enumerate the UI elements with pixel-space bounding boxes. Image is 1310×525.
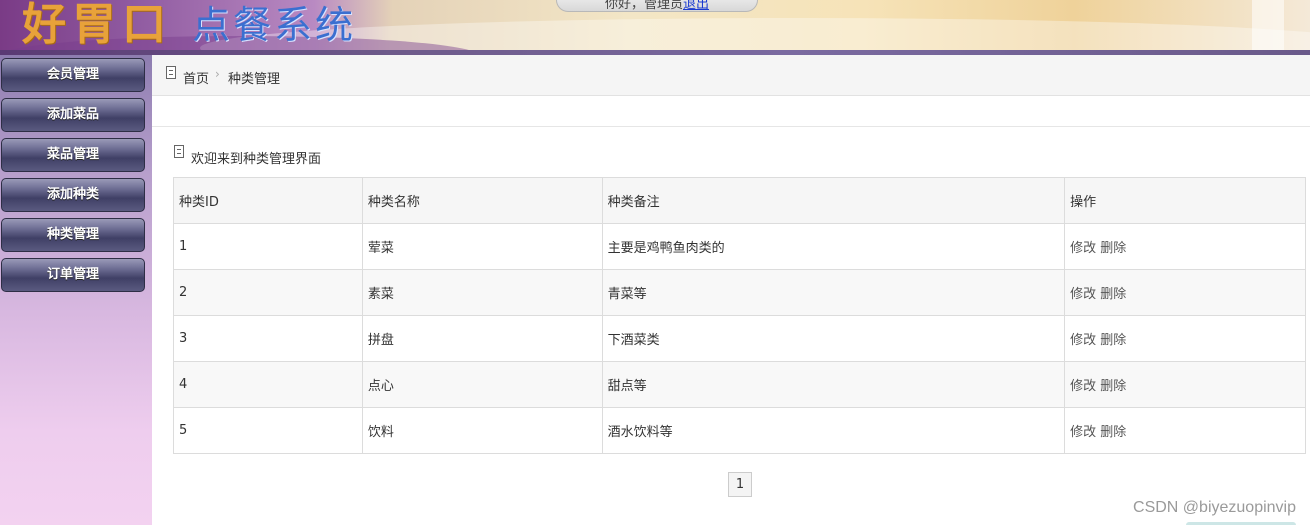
document-icon xyxy=(174,145,184,158)
cell-note: 下酒菜类 xyxy=(601,315,1066,362)
cell-note: 青菜等 xyxy=(601,269,1066,316)
delete-link[interactable]: 删除 xyxy=(1100,241,1126,256)
cell-note: 酒水饮料等 xyxy=(601,407,1066,454)
column-header-actions: 操作 xyxy=(1064,177,1306,224)
welcome-text: 欢迎来到种类管理界面 xyxy=(191,152,322,167)
logo-title: 好胃口 xyxy=(22,0,172,50)
table-row: 5 饮料 酒水饮料等 修改 删除 xyxy=(173,407,1306,454)
sidebar-item-dish-management[interactable]: 菜品管理 xyxy=(1,138,145,172)
cell-id: 4 xyxy=(173,361,363,408)
edit-link[interactable]: 修改 xyxy=(1070,425,1096,440)
edit-link[interactable]: 修改 xyxy=(1070,287,1096,302)
breadcrumb-current: 种类管理 xyxy=(228,72,281,87)
cell-note: 甜点等 xyxy=(601,361,1066,408)
watermark: CSDN @biyezuopinvip xyxy=(1133,499,1296,516)
column-header-id: 种类ID xyxy=(173,177,363,224)
column-header-note: 种类备注 xyxy=(601,177,1066,224)
breadcrumb: 首页 › 种类管理 xyxy=(152,55,1310,96)
edit-link[interactable]: 修改 xyxy=(1070,379,1096,394)
breadcrumb-home[interactable]: 首页 xyxy=(183,68,209,87)
user-greeting: 你好，管理员退出 xyxy=(556,0,758,12)
delete-link[interactable]: 删除 xyxy=(1100,379,1126,394)
column-header-name: 种类名称 xyxy=(361,177,603,224)
document-icon xyxy=(166,66,176,79)
delete-link[interactable]: 删除 xyxy=(1100,333,1126,348)
sidebar-item-order-management[interactable]: 订单管理 xyxy=(1,258,145,292)
category-table: 种类ID 种类名称 种类备注 操作 1 荤菜 主要是鸡鸭鱼肉类的 修改 删除 2 … xyxy=(173,177,1306,454)
cell-actions: 修改 删除 xyxy=(1064,361,1306,408)
cell-id: 2 xyxy=(173,269,363,316)
greeting-text: 你好，管理员 xyxy=(604,0,683,12)
pagination-page-button[interactable]: 1 xyxy=(728,472,752,497)
table-row: 3 拼盘 下酒菜类 修改 删除 xyxy=(173,315,1306,362)
divider xyxy=(152,126,1310,127)
sidebar-item-member-management[interactable]: 会员管理 xyxy=(1,58,145,92)
logo-subtitle: 点餐系统 xyxy=(192,3,357,47)
cell-id: 1 xyxy=(173,223,363,270)
banner-decoration xyxy=(1252,0,1284,52)
cell-actions: 修改 删除 xyxy=(1064,407,1306,454)
cell-actions: 修改 删除 xyxy=(1064,315,1306,362)
cell-actions: 修改 删除 xyxy=(1064,269,1306,316)
table-row: 4 点心 甜点等 修改 删除 xyxy=(173,361,1306,408)
sidebar-item-add-category[interactable]: 添加种类 xyxy=(1,178,145,212)
sidebar-item-category-management[interactable]: 种类管理 xyxy=(1,218,145,252)
cell-name: 点心 xyxy=(361,361,603,408)
edit-link[interactable]: 修改 xyxy=(1070,333,1096,348)
table-row: 1 荤菜 主要是鸡鸭鱼肉类的 修改 删除 xyxy=(173,223,1306,270)
cell-note: 主要是鸡鸭鱼肉类的 xyxy=(601,223,1066,270)
cell-name: 饮料 xyxy=(361,407,603,454)
cell-id: 3 xyxy=(173,315,363,362)
delete-link[interactable]: 删除 xyxy=(1100,425,1126,440)
sidebar: 会员管理 添加菜品 菜品管理 添加种类 种类管理 订单管理 xyxy=(0,55,152,525)
table-row: 2 素菜 青菜等 修改 删除 xyxy=(173,269,1306,316)
cell-actions: 修改 删除 xyxy=(1064,223,1306,270)
logout-link[interactable]: 退出 xyxy=(683,0,709,12)
main-content: 首页 › 种类管理 欢迎来到种类管理界面 种类ID 种类名称 种类备注 操作 1… xyxy=(152,55,1310,525)
header-banner: 好胃口 点餐系统 你好，管理员退出 xyxy=(0,0,1310,55)
cell-name: 素菜 xyxy=(361,269,603,316)
cell-id: 5 xyxy=(173,407,363,454)
delete-link[interactable]: 删除 xyxy=(1100,287,1126,302)
sidebar-item-add-dish[interactable]: 添加菜品 xyxy=(1,98,145,132)
breadcrumb-separator: › xyxy=(215,67,220,81)
edit-link[interactable]: 修改 xyxy=(1070,241,1096,256)
cell-name: 拼盘 xyxy=(361,315,603,362)
cell-name: 荤菜 xyxy=(361,223,603,270)
table-header-row: 种类ID 种类名称 种类备注 操作 xyxy=(173,177,1306,224)
